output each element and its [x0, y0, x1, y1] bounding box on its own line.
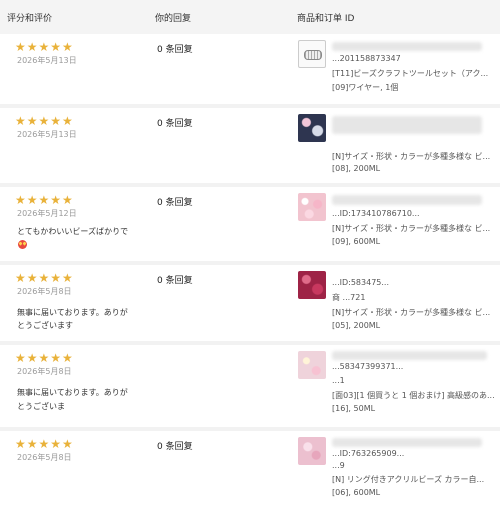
product-thumbnail[interactable] — [298, 271, 326, 299]
redacted-order-id — [332, 195, 482, 205]
rating-column-header: 评分和评价 — [7, 13, 53, 24]
star-rating: ★★★★★ — [15, 40, 74, 54]
product-column-header: 商品和订单 ID — [297, 13, 355, 24]
product-variant: [08], 200ML — [332, 164, 381, 173]
order-id: ...201158873347 — [332, 54, 401, 63]
review-row[interactable]: ★★★★★ 2026年5月8日 0 条回复 ...ID:763265909...… — [0, 431, 500, 515]
review-date: 2026年5月8日 — [17, 367, 72, 376]
reply-count[interactable]: 0 条回复 — [157, 439, 193, 452]
review-date: 2026年5月8日 — [17, 287, 72, 296]
review-comment-line: 無事に届いております。ありが — [17, 308, 128, 317]
product-title[interactable]: [面03][1 個買うと 1 個おまけ] 高級感のあ... — [332, 390, 494, 401]
order-id: ...ID:173410786710... — [332, 209, 420, 218]
order-id: ...ID:583475... — [332, 278, 390, 287]
product-id: ...9 — [332, 461, 345, 470]
star-rating: ★★★★★ — [15, 437, 74, 451]
star-rating: ★★★★★ — [15, 193, 74, 207]
product-variant: [09], 600ML — [332, 237, 381, 246]
reply-count[interactable]: 0 条回复 — [157, 195, 193, 208]
review-date: 2026年5月13日 — [17, 56, 77, 65]
star-rating: ★★★★★ — [15, 114, 74, 128]
product-variant: [16], 50ML — [332, 404, 376, 413]
review-row[interactable]: ★★★★★ 2026年5月8日 無事に届いております。ありが とうございま ..… — [0, 345, 500, 427]
product-thumbnail[interactable] — [298, 437, 326, 465]
redacted-order-id — [332, 42, 482, 51]
product-title[interactable]: [N]サイズ・形状・カラーが多種多様な ビ... — [332, 151, 494, 162]
product-variant: [09]ワイヤー, 1個 — [332, 83, 399, 92]
product-variant: [06], 600ML — [332, 488, 381, 497]
reply-count[interactable]: 0 条回复 — [157, 42, 193, 55]
review-comment-text: とてもかわいいビーズばかりで — [17, 227, 129, 236]
review-comment-line: 無事に届いております。ありが — [17, 388, 128, 397]
redacted-order-id — [332, 438, 482, 447]
product-thumbnail[interactable] — [298, 193, 326, 221]
star-rating: ★★★★★ — [15, 271, 74, 285]
review-comment-line: とうございます — [17, 321, 73, 330]
review-row[interactable]: ★★★★★ 2026年5月12日 とてもかわいいビーズばかりで 0 条回复 ..… — [0, 187, 500, 261]
order-id: ...58347399371... — [332, 362, 404, 371]
order-id: ...ID:763265909... — [332, 449, 405, 458]
product-title[interactable]: [T11]ビーズクラフトツールセット（アク... — [332, 68, 494, 79]
star-rating: ★★★★★ — [15, 351, 74, 365]
product-title[interactable]: [N]サイズ・形状・カラーが多種多様な ビ... — [332, 223, 494, 234]
table-header: 评分和评价 你的回复 商品和订单 ID — [0, 0, 500, 34]
product-id: ...1 — [332, 376, 345, 385]
heart-eyes-emoji-icon — [18, 240, 27, 249]
product-thumbnail[interactable] — [298, 114, 326, 142]
reply-count[interactable]: 0 条回复 — [157, 273, 193, 286]
review-date: 2026年5月12日 — [17, 209, 77, 218]
review-comment-emoji — [17, 238, 147, 251]
reply-column-header: 你的回复 — [155, 13, 192, 24]
redacted-order-id — [332, 116, 482, 134]
reply-count[interactable]: 0 条回复 — [157, 116, 193, 129]
review-row[interactable]: ★★★★★ 2026年5月13日 0 条回复 [N]サイズ・形状・カラーが多種多… — [0, 108, 500, 183]
review-row[interactable]: ★★★★★ 2026年5月13日 0 条回复 ...201158873347 [… — [0, 34, 500, 104]
review-date: 2026年5月8日 — [17, 453, 72, 462]
product-variant: [05], 200ML — [332, 321, 381, 330]
review-row[interactable]: ★★★★★ 2026年5月8日 無事に届いております。ありが とうございます 0… — [0, 265, 500, 341]
product-title[interactable]: [N] リング付きアクリルビーズ カラー自... — [332, 474, 494, 485]
review-date: 2026年5月13日 — [17, 130, 77, 139]
review-comment: とてもかわいいビーズばかりで — [17, 225, 147, 238]
product-title[interactable]: [N]サイズ・形状・カラーが多種多様な ビ... — [332, 307, 494, 318]
redacted-order-id — [332, 351, 487, 360]
product-id: 商 ...721 — [332, 293, 366, 302]
review-comment-line: とうございま — [17, 402, 65, 411]
product-thumbnail[interactable] — [298, 40, 326, 68]
product-thumbnail[interactable] — [298, 351, 326, 379]
